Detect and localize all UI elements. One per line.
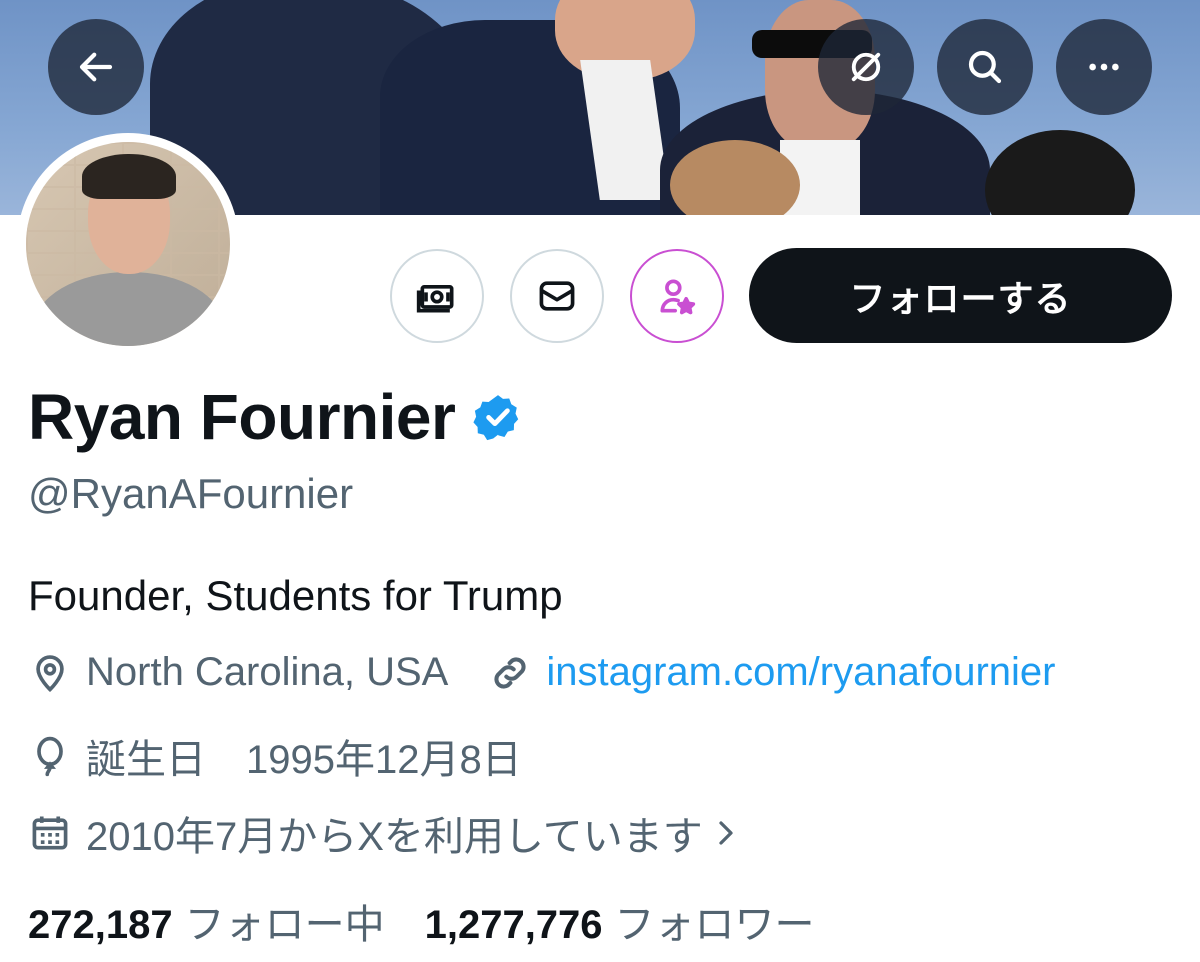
joined-row[interactable]: 2010年7月からXを利用しています <box>28 804 741 862</box>
balloon-icon <box>37 736 63 777</box>
location-text: North Carolina, USA <box>86 650 449 694</box>
follow-stats: 272,187 フォロー中 1,277,776 フォロワー <box>28 892 815 950</box>
birthday-text: 誕生日 1995年12月8日 <box>86 738 522 782</box>
name-row: Ryan Fournier <box>28 380 523 454</box>
message-button[interactable] <box>510 249 604 343</box>
following-count: 272,187 <box>28 903 173 947</box>
envelope-icon <box>539 281 575 311</box>
profile-bio: Founder, Students for Trump <box>28 572 563 619</box>
avatar[interactable] <box>26 142 230 346</box>
back-button[interactable] <box>48 19 144 115</box>
website-link[interactable]: instagram.com/ryanafournier <box>546 650 1055 695</box>
follow-button[interactable]: フォローする <box>749 248 1172 343</box>
calendar-icon <box>32 816 68 850</box>
subscribe-button[interactable] <box>630 249 724 343</box>
joined-text: 2010年7月からXを利用しています <box>86 815 703 859</box>
location-pin-icon <box>36 654 64 692</box>
birthday-row: 誕生日 1995年12月8日 <box>28 727 522 785</box>
followers-label: フォロワー <box>614 903 815 947</box>
grok-button[interactable] <box>818 19 914 115</box>
avatar-hair <box>82 154 176 199</box>
money-icon <box>416 285 454 313</box>
banner-figure <box>985 130 1135 215</box>
grok-icon <box>851 52 881 82</box>
person-star-icon <box>660 279 696 315</box>
tip-button[interactable] <box>390 249 484 343</box>
more-button[interactable] <box>1056 19 1152 115</box>
followers-stat[interactable]: 1,277,776 フォロワー <box>425 892 815 950</box>
avatar-ring <box>17 133 239 355</box>
more-icon <box>1089 63 1119 71</box>
location-link-row: North Carolina, USA instagram.com/ryanaf… <box>28 650 1055 695</box>
following-stat[interactable]: 272,187 フォロー中 <box>28 892 385 950</box>
display-name: Ryan Fournier <box>28 381 456 453</box>
followers-count: 1,277,776 <box>424 903 603 947</box>
username-handle: @RyanAFournier <box>28 470 354 517</box>
search-icon <box>968 50 1002 84</box>
link-icon <box>494 656 526 689</box>
chevron-right-icon <box>719 821 733 845</box>
search-button[interactable] <box>937 19 1033 115</box>
following-label: フォロー中 <box>184 903 385 947</box>
verified-badge-icon[interactable] <box>473 392 523 442</box>
arrow-left-icon <box>79 52 113 82</box>
